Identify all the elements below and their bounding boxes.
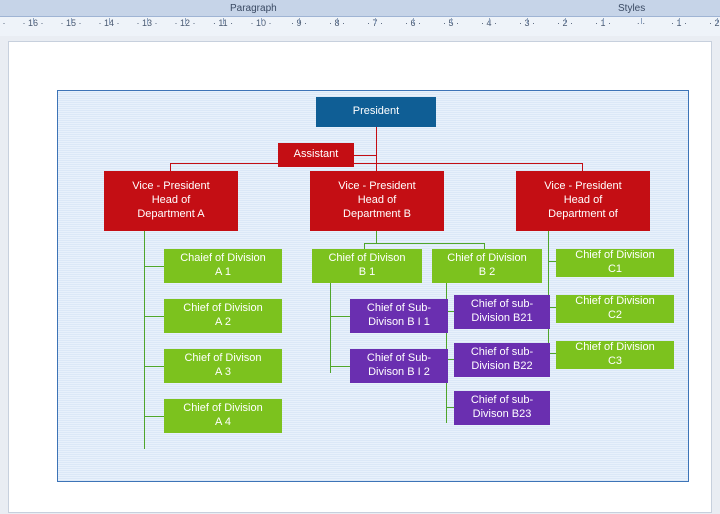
connector — [446, 407, 454, 408]
org-chart-canvas[interactable]: President Assistant Vice - PresidentHead… — [57, 90, 689, 482]
org-node-div-c3[interactable]: Chief of DivisionC3 — [556, 341, 674, 369]
ruler-tick: · 8 · — [318, 18, 356, 28]
connector — [144, 366, 164, 367]
connector — [330, 283, 331, 373]
horizontal-ruler[interactable]: · 17 ·· 16 ·· 15 ·· 14 ·· 13 ·· 12 ·· 11… — [0, 17, 720, 38]
ruler-ticks: · 17 ·· 16 ·· 15 ·· 14 ·· 13 ·· 12 ·· 11… — [0, 17, 720, 37]
ruler-tick: · 13 · — [128, 18, 166, 28]
connector — [548, 261, 556, 262]
connector — [376, 231, 377, 243]
ruler-tick: · 16 · — [14, 18, 52, 28]
ribbon-group-styles: Styles — [618, 3, 645, 14]
ruler-tick: · 11 · — [204, 18, 242, 28]
connector — [144, 266, 164, 267]
ruler-tick: · 12 · — [166, 18, 204, 28]
connector — [170, 163, 171, 171]
org-node-sub-b22[interactable]: Chief of sub-Division B22 — [454, 343, 550, 377]
ribbon-group-paragraph: Paragraph — [230, 3, 277, 14]
org-node-sub-b12[interactable]: Chief of Sub-Divison B I 2 — [350, 349, 448, 383]
org-node-div-c1[interactable]: Chief of DivisionC1 — [556, 249, 674, 277]
org-node-sub-b11[interactable]: Chief of Sub-Divison B I 1 — [350, 299, 448, 333]
ruler-tick: · 1 · — [584, 18, 622, 28]
connector — [144, 416, 164, 417]
ruler-tick: · 3 · — [508, 18, 546, 28]
page-area: President Assistant Vice - PresidentHead… — [0, 36, 720, 514]
ruler-tick: · 1 · — [660, 18, 698, 28]
ribbon-labels-row: Paragraph Styles — [0, 0, 720, 17]
connector — [330, 366, 350, 367]
connector — [582, 163, 583, 171]
word-processor-window: Paragraph Styles · 17 ·· 16 ·· 15 ·· 14 … — [0, 0, 720, 514]
connector — [144, 316, 164, 317]
org-node-sub-b23[interactable]: Chief of sub-Divison B23 — [454, 391, 550, 425]
document-page[interactable]: President Assistant Vice - PresidentHead… — [9, 42, 711, 512]
ruler-tick: · 17 · — [0, 18, 14, 28]
ruler-tick: · 6 · — [394, 18, 432, 28]
org-node-vp-b[interactable]: Vice - PresidentHead ofDepartment B — [310, 171, 444, 231]
ruler-tick: · 9 · — [280, 18, 318, 28]
org-node-div-a3[interactable]: Chief of DivisonA 3 — [164, 349, 282, 383]
org-node-div-a1[interactable]: Chaief of DivisionA 1 — [164, 249, 282, 283]
connector — [376, 163, 377, 171]
org-node-vp-c[interactable]: Vice - PresidentHead ofDepartment of — [516, 171, 650, 231]
ruler-tick: · 15 · — [52, 18, 90, 28]
ruler-tick: · 7 · — [356, 18, 394, 28]
ruler-tick: · 10 · — [242, 18, 280, 28]
org-node-assistant[interactable]: Assistant — [278, 143, 354, 167]
org-node-president[interactable]: President — [316, 97, 436, 127]
ruler-tick: · · — [622, 18, 660, 28]
org-node-vp-a[interactable]: Vice - PresidentHead ofDepartment A — [104, 171, 238, 231]
org-node-div-b2[interactable]: Chief of DivisionB 2 — [432, 249, 542, 283]
ruler-tick: · 5 · — [432, 18, 470, 28]
org-node-div-a2[interactable]: Chief of DivisionA 2 — [164, 299, 282, 333]
ruler-tick: · 2 · — [698, 18, 720, 28]
ruler-tick: · 14 · — [90, 18, 128, 28]
connector — [330, 316, 350, 317]
ruler-tick: · 4 · — [470, 18, 508, 28]
org-node-div-a4[interactable]: Chief of DivisionA 4 — [164, 399, 282, 433]
org-node-div-c2[interactable]: Chief of DivisionC2 — [556, 295, 674, 323]
connector — [354, 155, 376, 156]
org-node-sub-b21[interactable]: Chief of sub-Division B21 — [454, 295, 550, 329]
connector — [364, 243, 484, 244]
ruler-tick: · 2 · — [546, 18, 584, 28]
org-node-div-b1[interactable]: Chief of DivisonB 1 — [312, 249, 422, 283]
